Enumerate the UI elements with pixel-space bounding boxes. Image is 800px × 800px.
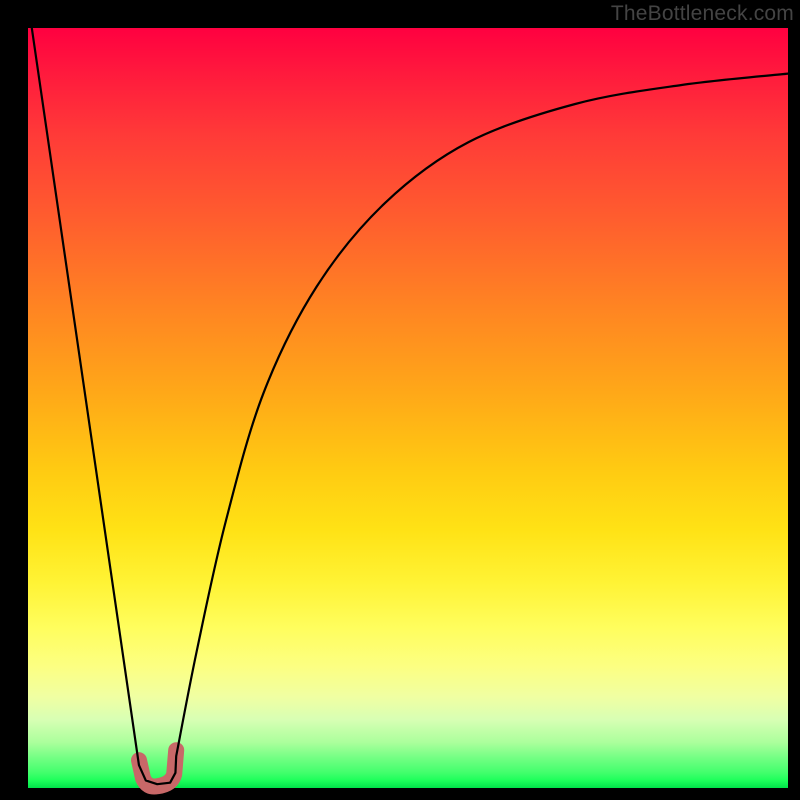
curve-layer <box>28 28 788 788</box>
watermark-text: TheBottleneck.com <box>611 2 794 26</box>
chart-frame: TheBottleneck.com <box>0 0 800 800</box>
bottleneck-curve <box>32 28 788 784</box>
plot-area <box>28 28 788 788</box>
